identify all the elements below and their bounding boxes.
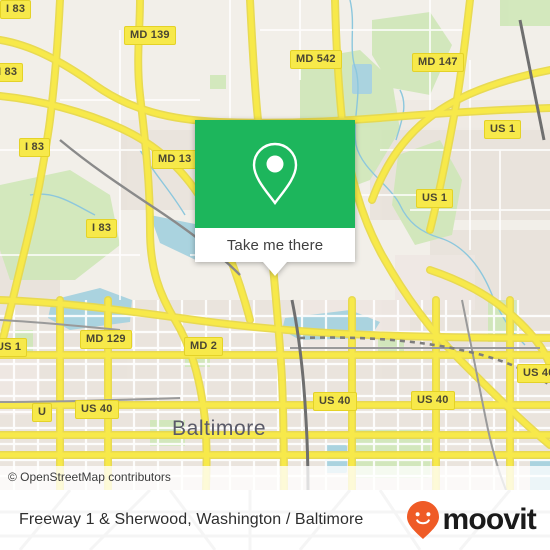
road-shield: MD 13 [152, 150, 198, 169]
road-shield: MD 147 [412, 53, 464, 72]
road-shield: I 83 [19, 138, 51, 157]
city-label: Baltimore [172, 417, 267, 440]
road-shield: I 83 [0, 63, 24, 82]
map-pin-icon [252, 142, 298, 206]
road-shield: US 1 [0, 338, 28, 357]
location-popup-card[interactable]: Take me there [195, 120, 355, 276]
footer-location-title: Freeway 1 & Sherwood, Washington / Balti… [19, 511, 364, 528]
road-shield: US 40 [313, 392, 357, 411]
road-shield: US 40 [411, 391, 455, 410]
road-shield: I 83 [0, 0, 32, 19]
road-shield: MD 2 [184, 337, 224, 356]
map-canvas[interactable]: I 83 I 83 MD 139 MD 542 MD 147 US 1 I 83 MD 13 U… [0, 0, 550, 490]
moovit-brand[interactable]: moovit [406, 500, 537, 540]
popup-pin-panel [195, 120, 355, 228]
popup-pointer-tail [263, 262, 287, 276]
road-shield: I 83 [86, 219, 118, 238]
map-screenshot-root: I 83 I 83 MD 139 MD 542 MD 147 US 1 I 83 MD 13 U… [0, 0, 550, 550]
openstreetmap-attribution[interactable]: © OpenStreetMap contributors [8, 470, 171, 484]
road-shield: US 1 [484, 120, 522, 139]
road-shield: MD 139 [124, 26, 176, 45]
road-shield: U [32, 403, 53, 422]
road-shield: MD 129 [80, 330, 132, 349]
map-attribution-bar: © OpenStreetMap contributors [0, 466, 550, 490]
popup-action-row[interactable]: Take me there [195, 228, 355, 262]
road-shield: US 40 [517, 364, 550, 383]
moovit-smiley-pin-icon [407, 501, 440, 539]
road-shield: MD 542 [290, 50, 342, 69]
road-shield: US 40 [75, 400, 119, 419]
footer-bar: Freeway 1 & Sherwood, Washington / Balti… [0, 490, 550, 550]
moovit-wordmark: moovit [442, 503, 536, 536]
road-shield: US 1 [416, 189, 454, 208]
take-me-there-label[interactable]: Take me there [227, 237, 323, 254]
